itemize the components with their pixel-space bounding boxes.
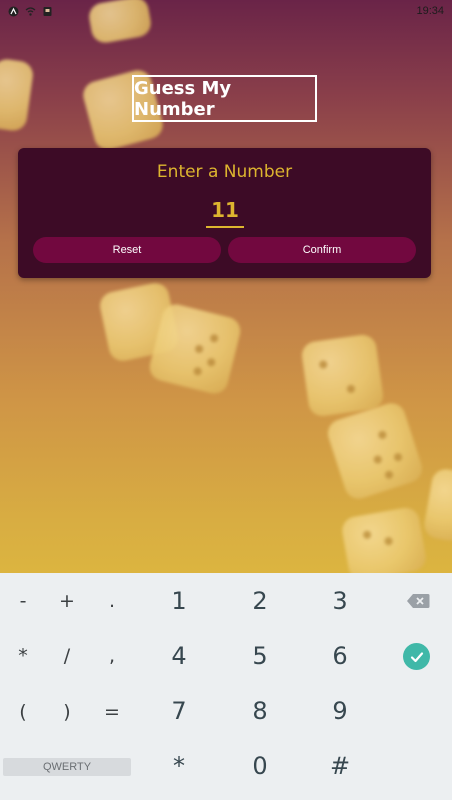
done-check-button[interactable] — [403, 643, 430, 670]
dice-decoration — [0, 57, 35, 133]
key-close-paren[interactable]: ) — [52, 697, 82, 727]
key-plus[interactable]: + — [52, 586, 82, 616]
key-open-paren[interactable]: ( — [8, 697, 38, 727]
confirm-button[interactable]: Confirm — [228, 237, 416, 263]
key-hash[interactable]: # — [321, 749, 359, 783]
dice-decoration — [324, 399, 426, 503]
key-5[interactable]: 5 — [241, 639, 279, 673]
check-icon — [410, 651, 423, 662]
wifi-icon — [25, 6, 36, 17]
key-1[interactable]: 1 — [160, 584, 198, 618]
key-slash[interactable]: / — [52, 641, 82, 671]
app-screen: 19:34 Guess My Number Enter a Number 11 … — [0, 0, 452, 800]
key-period[interactable]: . — [97, 586, 127, 616]
key-star[interactable]: * — [160, 749, 198, 783]
key-7[interactable]: 7 — [160, 694, 198, 728]
page-title: Guess My Number — [132, 75, 317, 122]
sd-card-icon — [42, 6, 53, 17]
key-4[interactable]: 4 — [160, 639, 198, 673]
dice-decoration — [422, 467, 452, 543]
card-heading: Enter a Number — [156, 162, 293, 182]
key-9[interactable]: 9 — [321, 694, 359, 728]
backspace-icon[interactable] — [406, 593, 430, 609]
key-equals[interactable]: = — [97, 697, 127, 727]
key-minus[interactable]: - — [8, 586, 38, 616]
key-2[interactable]: 2 — [241, 584, 279, 618]
key-0[interactable]: 0 — [241, 749, 279, 783]
dice-decoration — [340, 505, 428, 583]
key-comma[interactable]: , — [97, 641, 127, 671]
qwerty-switch-button[interactable]: QWERTY — [3, 758, 131, 776]
key-asterisk[interactable]: * — [8, 641, 38, 671]
dice-decoration — [146, 301, 244, 397]
key-6[interactable]: 6 — [321, 639, 359, 673]
dice-decoration — [300, 333, 385, 418]
status-bar: 19:34 — [0, 0, 452, 22]
key-8[interactable]: 8 — [241, 694, 279, 728]
android-icon — [8, 6, 19, 17]
status-time: 19:34 — [416, 5, 444, 17]
number-input[interactable]: 11 — [206, 196, 244, 228]
reset-button[interactable]: Reset — [33, 237, 221, 263]
numeric-keyboard: - + . 1 2 3 * / , 4 5 6 ( ) = 7 8 9 QWER… — [0, 573, 452, 800]
key-3[interactable]: 3 — [321, 584, 359, 618]
status-icons — [8, 6, 53, 17]
